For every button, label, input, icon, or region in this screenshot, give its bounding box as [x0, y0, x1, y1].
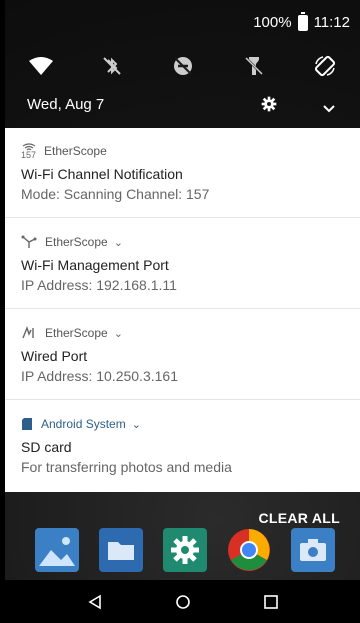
- battery-percent: 100%: [253, 14, 292, 31]
- clock: 11:12: [313, 14, 350, 31]
- flashlight-toggle[interactable]: [234, 48, 274, 84]
- gear-icon: [261, 96, 277, 112]
- notification-wifi-channel[interactable]: 157 EtherScope Wi-Fi Channel Notificatio…: [5, 128, 360, 218]
- wired-port-icon: [22, 326, 34, 339]
- sd-card-icon: [22, 418, 32, 430]
- notification-wifi-management[interactable]: EtherScope ⌄ Wi-Fi Management Port IP Ad…: [5, 219, 360, 309]
- notification-text: IP Address: 192.168.1.11: [21, 277, 177, 293]
- notification-text: Mode: Scanning Channel: 157: [21, 186, 210, 202]
- home-button[interactable]: [171, 590, 195, 614]
- bluetooth-off-icon: [102, 57, 121, 75]
- date-label: Wed, Aug 7: [27, 96, 105, 113]
- app-name: EtherScope: [45, 326, 108, 340]
- battery-icon: [297, 11, 308, 31]
- camera-icon[interactable]: [291, 528, 335, 572]
- quick-settings: Wed, Aug 7: [5, 40, 360, 128]
- status-bar: 100% 11:12: [5, 0, 360, 40]
- bluetooth-toggle[interactable]: [92, 48, 132, 84]
- back-button[interactable]: [83, 590, 107, 614]
- notification-title: SD card: [21, 439, 72, 455]
- rotate-icon: [314, 55, 335, 77]
- app-name: Android System: [41, 417, 126, 431]
- gallery-icon[interactable]: [35, 528, 79, 572]
- notification-title: Wi-Fi Channel Notification: [21, 166, 183, 182]
- recents-icon: [264, 595, 278, 609]
- clear-all-button[interactable]: CLEAR ALL: [258, 510, 340, 526]
- settings-icon[interactable]: [163, 528, 207, 572]
- dnd-toggle[interactable]: [163, 48, 203, 84]
- wifi-channel-icon: 157: [21, 143, 36, 160]
- back-icon: [88, 594, 101, 610]
- chevron-down-icon: [323, 105, 335, 113]
- chrome-icon[interactable]: [227, 528, 271, 572]
- fork-icon: [21, 235, 37, 248]
- app-name: EtherScope: [45, 235, 108, 249]
- notification-sd-card[interactable]: Android System ⌄ SD card For transferrin…: [5, 401, 360, 492]
- app-name: EtherScope: [44, 144, 107, 158]
- home-icon: [176, 595, 190, 609]
- navigation-bar: [5, 580, 360, 623]
- notification-title: Wired Port: [21, 348, 88, 364]
- wifi-icon: [28, 57, 53, 75]
- dock: [35, 526, 335, 574]
- notification-list: 157 EtherScope Wi-Fi Channel Notificatio…: [5, 128, 360, 492]
- settings-button[interactable]: [261, 96, 277, 116]
- auto-rotate-toggle[interactable]: [305, 48, 345, 84]
- recents-button[interactable]: [259, 590, 283, 614]
- expand-button[interactable]: [323, 100, 335, 117]
- dnd-off-icon: [173, 57, 192, 75]
- chevron-down-icon[interactable]: ⌄: [132, 418, 141, 431]
- flashlight-off-icon: [244, 57, 263, 75]
- phone-screen: 100% 11:12 Wed, Aug 7 157 EtherScope Wi-…: [5, 0, 360, 623]
- notification-title: Wi-Fi Management Port: [21, 257, 169, 273]
- files-icon[interactable]: [99, 528, 143, 572]
- notification-text: IP Address: 10.250.3.161: [21, 368, 178, 384]
- notification-wired-port[interactable]: EtherScope ⌄ Wired Port IP Address: 10.2…: [5, 310, 360, 400]
- wifi-toggle[interactable]: [21, 48, 61, 84]
- chevron-down-icon[interactable]: ⌄: [114, 327, 123, 340]
- notification-text: For transferring photos and media: [21, 459, 232, 475]
- chevron-down-icon[interactable]: ⌄: [114, 236, 123, 249]
